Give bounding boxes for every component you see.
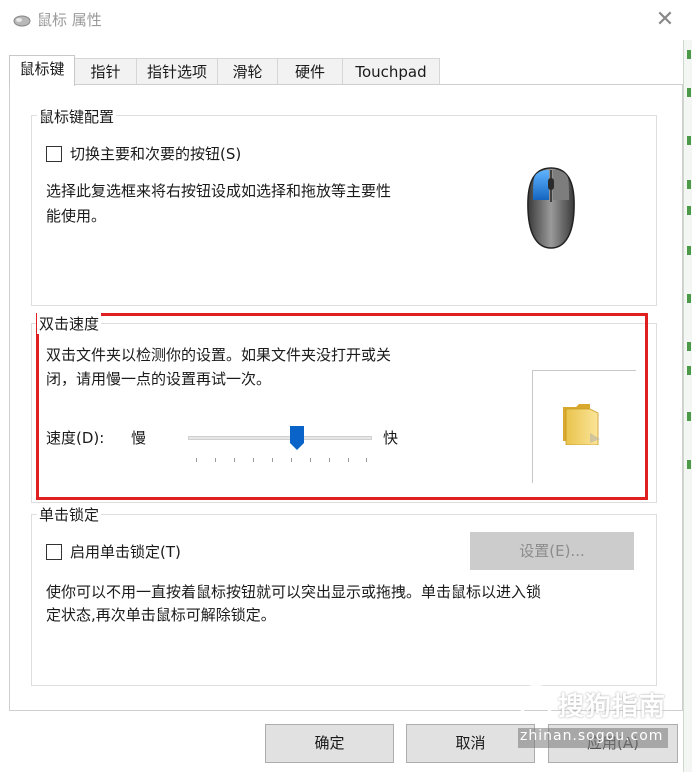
speed-label: 速度(D):	[46, 429, 105, 447]
mouse-app-icon	[13, 13, 31, 31]
watermark-url: zhinan.sogou.com	[520, 728, 664, 744]
double-click-desc-line2: 闭，请用慢一点的设置再试一次。	[46, 370, 272, 388]
background-window-edge	[683, 40, 692, 772]
slow-label: 慢	[131, 429, 147, 447]
folder-icon[interactable]	[560, 403, 606, 449]
cancel-button[interactable]: 取消	[406, 724, 535, 763]
button-config-desc-line2: 能使用。	[46, 207, 107, 225]
watermark: S 搜狗指南 zhinan.sogou.com	[518, 684, 686, 754]
tab-wheel[interactable]: 滑轮	[217, 58, 278, 85]
double-click-title: 双击速度	[37, 313, 102, 334]
speed-slider-ticks	[188, 458, 372, 462]
button-config-title: 鼠标键配置	[37, 106, 117, 127]
double-click-desc-line1: 双击文件夹以检测你的设置。如果文件夹没打开或关	[46, 346, 392, 364]
click-lock-label[interactable]: 启用单击锁定(T)	[70, 541, 181, 562]
click-lock-desc-line1: 使你可以不用一直按着鼠标按钮就可以突出显示或拖拽。单击鼠标以进入锁	[46, 583, 542, 601]
fast-label: 快	[383, 429, 399, 447]
close-icon[interactable]: ✕	[649, 6, 681, 34]
click-lock-title: 单击锁定	[37, 504, 102, 525]
window-title: 鼠标 属性	[37, 11, 102, 29]
tab-hardware[interactable]: 硬件	[277, 58, 343, 85]
click-lock-settings-button[interactable]: 设置(E)...	[470, 532, 634, 570]
speed-slider-thumb[interactable]	[289, 426, 304, 450]
tab-strip: 鼠标键 指针 指针选项 滑轮 硬件 Touchpad	[9, 55, 683, 86]
watermark-text: 搜狗指南	[558, 692, 667, 722]
speed-slider-track[interactable]	[188, 436, 372, 440]
tab-pointers[interactable]: 指针	[74, 58, 137, 85]
click-lock-checkbox[interactable]	[46, 544, 62, 560]
svg-text:S: S	[529, 690, 543, 714]
sogou-logo-icon: S	[518, 684, 554, 720]
button-config-desc-line1: 选择此复选框来将右按钮设成如选择和拖放等主要性	[46, 182, 392, 200]
title-bar	[0, 0, 692, 40]
mouse-icon	[524, 166, 578, 254]
click-lock-desc-line2: 定状态,再次单击鼠标可解除锁定。	[46, 606, 276, 624]
ok-button[interactable]: 确定	[265, 724, 394, 763]
tab-pointer-options[interactable]: 指针选项	[136, 58, 218, 85]
tab-buttons[interactable]: 鼠标键	[9, 55, 75, 86]
swap-buttons-checkbox[interactable]	[46, 146, 62, 162]
swap-buttons-label[interactable]: 切换主要和次要的按钮(S)	[70, 143, 241, 164]
tab-touchpad[interactable]: Touchpad	[342, 58, 440, 85]
